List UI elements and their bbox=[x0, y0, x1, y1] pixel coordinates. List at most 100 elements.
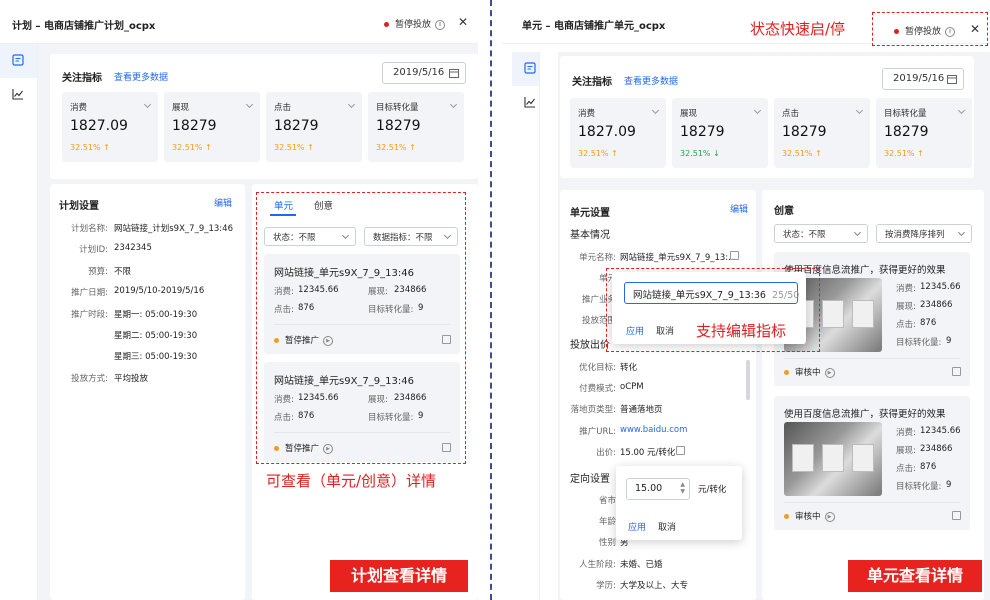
status-dot-icon bbox=[384, 22, 389, 27]
metrics-title: 关注指标 bbox=[62, 73, 102, 84]
more-data-link[interactable]: 查看更多数据 bbox=[114, 70, 168, 83]
status-highlight bbox=[872, 12, 988, 46]
metric-tile-conversions[interactable]: 目标转化量 18279 32.51% ↑ bbox=[876, 98, 972, 168]
chevron-down-icon bbox=[245, 100, 254, 109]
annotation-details: 可查看（单元/创意）详情 bbox=[266, 472, 437, 490]
apply-button[interactable]: 应用 bbox=[628, 520, 646, 533]
document-icon bbox=[524, 62, 536, 74]
metric-tile-conversions[interactable]: 目标转化量 18279 32.51% ↑ bbox=[368, 92, 464, 162]
side-nav bbox=[502, 52, 540, 600]
schedule-value: 星期一: 05:00-19:30 bbox=[114, 310, 198, 320]
creative-status[interactable]: 审核中 ▶ bbox=[784, 510, 835, 522]
calendar-icon bbox=[947, 75, 957, 84]
schedule-value: 星期二: 05:00-19:30 bbox=[114, 331, 198, 341]
bid-section-title: 投放出价 bbox=[570, 340, 610, 351]
panel-divider bbox=[490, 0, 492, 600]
chevron-down-icon bbox=[143, 100, 152, 109]
metric-change: 32.51% ↑ bbox=[274, 143, 314, 152]
unit-list-highlight bbox=[256, 192, 466, 464]
basic-info-title: 基本情况 bbox=[570, 230, 610, 241]
status-dot-icon bbox=[784, 514, 789, 519]
scrollbar[interactable] bbox=[746, 360, 750, 400]
metric-tile-cost[interactable]: 消费 1827.09 32.51% ↑ bbox=[570, 98, 666, 168]
plan-id-value: 2342345 bbox=[114, 243, 152, 253]
more-data-link[interactable]: 查看更多数据 bbox=[624, 74, 678, 87]
plan-settings-card: 计划设置 编辑 计划名称: 网站链接_计划s9X_7_9_13:46 计划ID: 2… bbox=[50, 184, 245, 600]
annotation-status: 状态快速启/停 bbox=[750, 20, 846, 38]
edit-unit-link[interactable]: 编辑 bbox=[730, 202, 748, 215]
creative-title: 创意 bbox=[774, 206, 794, 217]
document-icon bbox=[12, 54, 24, 66]
creative-card[interactable]: 使用百度信息流推广，获得更好的效果 消费: 12345.66 展现: 234866 … bbox=[774, 396, 970, 530]
metric-change: 32.51% ↑ bbox=[70, 143, 110, 152]
metric-change: 32.51% ↑ bbox=[376, 143, 416, 152]
edit-icon[interactable] bbox=[676, 446, 685, 455]
plan-detail-panel: 计划 – 电商店铺推广计划_ocpx 暂停投放 II ✕ 关注指标 查看更多数据 … bbox=[0, 0, 478, 600]
play-icon[interactable]: ▶ bbox=[824, 367, 835, 378]
plan-banner: 计划查看详情 bbox=[330, 560, 468, 592]
date-picker[interactable]: 2019/5/16 bbox=[382, 62, 466, 84]
pause-icon[interactable]: II bbox=[435, 19, 446, 30]
unit-banner: 单元查看详情 bbox=[848, 560, 982, 592]
stepper-arrows-icon[interactable]: ▲ ▼ bbox=[680, 481, 685, 495]
calendar-icon bbox=[449, 69, 459, 78]
plan-status-toggle[interactable]: 暂停投放 II bbox=[384, 17, 446, 30]
unit-detail-panel: 单元 – 电商店铺推广单元_ocpx 状态快速启/停 暂停投放 II ✕ 关注指标… bbox=[502, 0, 990, 600]
chevron-down-icon bbox=[855, 106, 864, 115]
chevron-down-icon bbox=[347, 100, 356, 109]
status-dot-icon bbox=[784, 370, 789, 375]
edit-plan-link[interactable]: 编辑 bbox=[214, 196, 232, 209]
close-icon[interactable]: ✕ bbox=[458, 15, 468, 29]
metric-tile-impressions[interactable]: 展现 18279 32.51% ↑ bbox=[164, 92, 260, 162]
line-chart-icon bbox=[524, 97, 535, 108]
plan-name-value: 网站链接_计划s9X_7_9_13:46 bbox=[114, 224, 233, 234]
cancel-button[interactable]: 取消 bbox=[658, 520, 676, 533]
creative-status[interactable]: 审核中 ▶ bbox=[784, 366, 835, 378]
plan-settings-title: 计划设置 bbox=[59, 201, 99, 212]
schedule-value: 星期三: 05:00-19:30 bbox=[114, 352, 198, 362]
edit-icon[interactable] bbox=[952, 511, 961, 520]
chevron-down-icon bbox=[753, 106, 762, 115]
date-picker[interactable]: 2019/5/16 bbox=[882, 68, 964, 90]
plan-title: 计划 – 电商店铺推广计划_ocpx bbox=[12, 21, 156, 32]
side-nav bbox=[0, 44, 38, 600]
creative-thumbnail bbox=[784, 422, 882, 496]
plan-header: 计划 – 电商店铺推广计划_ocpx 暂停投放 II ✕ bbox=[0, 0, 478, 44]
line-chart-icon bbox=[12, 89, 23, 100]
sidebar-item-detail[interactable] bbox=[512, 52, 539, 86]
promo-url-link[interactable]: www.baidu.com bbox=[620, 425, 687, 435]
sidebar-item-chart[interactable] bbox=[512, 86, 539, 120]
edit-bid-popup: 15.00 ▲ ▼ 元/转化 应用 取消 bbox=[616, 466, 742, 540]
edit-icon[interactable] bbox=[730, 251, 739, 260]
metric-tile-cost[interactable]: 消费 1827.09 32.51% ↑ bbox=[62, 92, 158, 162]
metric-tile-clicks[interactable]: 点击 18279 32.51% ↑ bbox=[266, 92, 362, 162]
bid-stepper[interactable]: 15.00 ▲ ▼ bbox=[626, 478, 690, 500]
annotation-edit: 支持编辑指标 bbox=[696, 322, 787, 340]
chevron-down-icon bbox=[651, 106, 660, 115]
date-range-value: 2019/5/10-2019/5/16 bbox=[114, 286, 205, 296]
metric-tile-clicks[interactable]: 点击 18279 32.51% ↑ bbox=[774, 98, 870, 168]
sort-select[interactable]: 按消费降序排列 bbox=[876, 224, 972, 243]
chevron-down-icon bbox=[957, 106, 966, 115]
delivery-method-value: 平均投放 bbox=[114, 374, 149, 384]
creative-list-card: 创意 状态：不限 按消费降序排列 使用百度信息流推广，获得更好的效果 消费: 12… bbox=[762, 190, 984, 600]
bid-value: 15.00 元/转化 bbox=[620, 448, 676, 458]
edit-icon[interactable] bbox=[952, 367, 961, 376]
unit-name-value: 网站链接_单元s9X_7_9_13:... bbox=[620, 253, 737, 263]
unit-title: 单元 – 电商店铺推广单元_ocpx bbox=[522, 21, 666, 32]
metrics-title: 关注指标 bbox=[572, 77, 612, 88]
sidebar-item-chart[interactable] bbox=[0, 78, 37, 112]
metric-tile-impressions[interactable]: 展现 18279 32.51% ↓ bbox=[672, 98, 768, 168]
play-icon[interactable]: ▶ bbox=[824, 511, 835, 522]
metric-change: 32.51% ↑ bbox=[172, 143, 212, 152]
sidebar-item-detail[interactable] bbox=[0, 44, 37, 78]
creative-card-title: 使用百度信息流推广，获得更好的效果 bbox=[784, 409, 946, 420]
targeting-title: 定向设置 bbox=[570, 474, 610, 485]
metrics-card: 关注指标 查看更多数据 2019/5/16 消费 1827.09 32.51% ↑ … bbox=[50, 54, 478, 179]
chevron-down-icon bbox=[449, 100, 458, 109]
status-filter[interactable]: 状态：不限 bbox=[774, 224, 868, 243]
unit-settings-title: 单元设置 bbox=[570, 208, 610, 219]
chevron-down-icon bbox=[853, 228, 862, 237]
chevron-down-icon bbox=[957, 228, 966, 237]
budget-value: 不限 bbox=[114, 267, 132, 277]
